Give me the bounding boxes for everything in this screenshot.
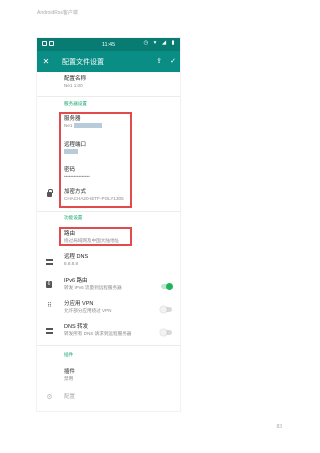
share-icon[interactable]: ⇪ bbox=[152, 51, 166, 72]
highlight-box-server bbox=[59, 112, 132, 208]
gear-icon: ⚙ bbox=[46, 394, 53, 401]
lock-icon bbox=[47, 189, 53, 197]
item-title: 配置名称 bbox=[64, 76, 87, 82]
section-header-features: 功能设置 bbox=[64, 215, 83, 220]
ipv6-icon: 6 bbox=[46, 281, 52, 288]
dns-forward-icon bbox=[46, 328, 53, 334]
item-value: 禁用 bbox=[64, 376, 74, 381]
section-header-plugin: 插件 bbox=[64, 352, 74, 357]
divider bbox=[37, 211, 180, 212]
toolbar-title: 配置文件设置 bbox=[62, 58, 104, 66]
battery-icon: ▮ bbox=[171, 40, 175, 46]
close-icon[interactable]: ✕ bbox=[37, 51, 55, 72]
toggle-knob bbox=[160, 329, 167, 336]
toggle-knob bbox=[166, 283, 173, 290]
section-header-server: 服务器设置 bbox=[64, 101, 87, 106]
ipv6-route-toggle[interactable] bbox=[161, 283, 173, 290]
highlight-box-route bbox=[59, 227, 132, 246]
item-value: Ne1 1:00 bbox=[64, 83, 83, 88]
item-subtitle: 转发 IPv6 流量到远程服务器 bbox=[64, 285, 122, 290]
plugin-config-item[interactable]: 配置 bbox=[64, 394, 174, 401]
ipv6-route-item[interactable]: IPv6 路由 转发 IPv6 流量到远程服务器 bbox=[64, 278, 174, 291]
item-title: 远程 DNS bbox=[64, 254, 89, 260]
page-number: 83 bbox=[276, 424, 282, 430]
item-title: DNS 转发 bbox=[64, 324, 89, 330]
status-time: 11:45 bbox=[101, 41, 116, 48]
system-icons: ◷ ▾ ◢ ▮ bbox=[143, 40, 176, 46]
item-title: 分应用 VPN bbox=[64, 301, 94, 307]
signal-icon: ◢ bbox=[161, 40, 167, 46]
profile-name-item[interactable]: 配置名称 Ne1 1:00 bbox=[64, 76, 174, 89]
item-subtitle: 允许部分应用绕过 VPN bbox=[64, 308, 112, 313]
item-subtitle: 转发所有 DNS 请求到远程服务器 bbox=[64, 331, 132, 336]
per-app-vpn-item[interactable]: 分应用 VPN 允许部分应用绕过 VPN bbox=[64, 301, 174, 314]
item-title: 插件 bbox=[64, 369, 76, 375]
item-title: IPv6 路由 bbox=[64, 278, 88, 284]
app-toolbar: ✕ 配置文件设置 ⇪ ✓ bbox=[37, 51, 180, 72]
check-icon[interactable]: ✓ bbox=[166, 51, 180, 72]
document-header: AndroidRss客户端 bbox=[37, 10, 78, 16]
status-bar: 11:45 ◷ ▾ ◢ ▮ bbox=[37, 38, 180, 51]
dns-forward-toggle[interactable] bbox=[160, 329, 172, 336]
apps-grid-icon: ⠿ bbox=[47, 303, 52, 309]
phone-screen: 11:45 ◷ ▾ ◢ ▮ ✕ 配置文件设置 ⇪ ✓ 配置名称 Ne1 1:00… bbox=[36, 37, 181, 412]
wifi-icon: ▾ bbox=[153, 40, 157, 46]
remote-dns-item[interactable]: 远程 DNS 8.8.8.8 bbox=[64, 254, 174, 267]
item-title: 配置 bbox=[64, 394, 76, 400]
plugin-item[interactable]: 插件 禁用 bbox=[64, 369, 174, 382]
item-value: 8.8.8.8 bbox=[64, 261, 79, 266]
divider bbox=[37, 345, 180, 346]
per-app-vpn-toggle[interactable] bbox=[160, 306, 172, 313]
vpn-key-icon bbox=[49, 41, 54, 46]
divider bbox=[37, 96, 180, 97]
notification-icon bbox=[42, 41, 47, 46]
toggle-knob bbox=[160, 306, 167, 313]
dns-forward-item[interactable]: DNS 转发 转发所有 DNS 请求到远程服务器 bbox=[64, 324, 174, 337]
dns-icon bbox=[46, 259, 53, 265]
alarm-icon: ◷ bbox=[143, 40, 149, 46]
notification-icons bbox=[42, 41, 54, 46]
